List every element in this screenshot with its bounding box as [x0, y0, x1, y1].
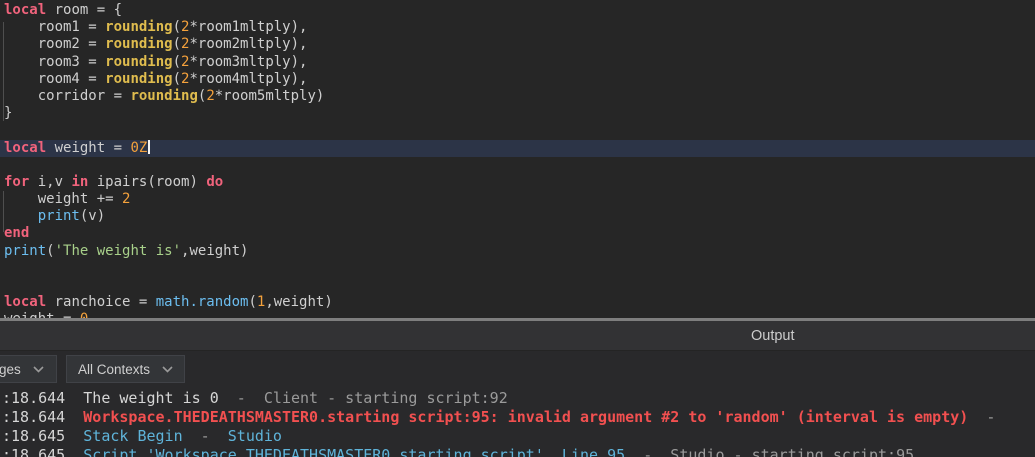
token-kw: in [71, 174, 88, 190]
token-plain: *room1mltply), [189, 19, 307, 35]
token-builtin: math.random [156, 294, 249, 310]
code-line[interactable] [4, 277, 1035, 294]
indent-guide [3, 191, 4, 232]
output-panel: ges All Contexts :18.644 The weight is 0… [0, 351, 1035, 457]
code-line[interactable]: weight = 0 [4, 311, 1035, 318]
token-plain [4, 208, 38, 224]
code-line[interactable] [4, 260, 1035, 277]
code-lines: local room = { room1 = rounding(2*room1m… [4, 2, 1035, 318]
code-line[interactable]: local ranchoice = math.random(1,weight) [4, 294, 1035, 311]
token-plain: room = { [46, 2, 122, 18]
code-line[interactable]: print('The weight is',weight) [4, 243, 1035, 260]
code-line[interactable]: room2 = rounding(2*room2mltply), [4, 36, 1035, 53]
token-plain: *room2mltply), [189, 36, 307, 52]
code-line[interactable]: room4 = rounding(2*room4mltply), [4, 71, 1035, 88]
token-dim: - [183, 427, 228, 445]
token-fn: rounding [105, 36, 172, 52]
code-line[interactable]: room3 = rounding(2*room3mltply), [4, 54, 1035, 71]
code-line[interactable]: local room = { [4, 2, 1035, 19]
token-plain: i,v [29, 174, 71, 190]
token-kw: for [4, 174, 29, 190]
token-kw: local [4, 2, 46, 18]
code-line[interactable] [4, 122, 1035, 139]
token-plain: (v) [80, 208, 105, 224]
token-plain: room2 = [4, 36, 105, 52]
token-err: Workspace.THEDEATHSMASTER0.starting scri… [83, 408, 968, 426]
token-plain: ranchoice = [46, 294, 156, 310]
token-msg: :18.645 [2, 446, 83, 457]
code-line[interactable]: weight += 2 [4, 191, 1035, 208]
token-msg: :18.645 [2, 427, 83, 445]
token-builtin: print [38, 208, 80, 224]
token-plain: ( [173, 71, 181, 87]
code-line[interactable]: } [4, 105, 1035, 122]
token-num: 0Z [130, 140, 147, 156]
token-kw: local [4, 140, 46, 156]
token-kw: end [4, 225, 29, 241]
token-plain: ( [248, 294, 256, 310]
token-kw: do [206, 174, 223, 190]
token-info: Script 'Workspace.THEDEATHSMASTER0.start… [83, 446, 625, 457]
token-info: Studio [228, 427, 282, 445]
output-panel-title: Output [751, 328, 795, 344]
token-plain: room1 = [4, 19, 105, 35]
token-plain: ( [173, 54, 181, 70]
code-line[interactable]: corridor = rounding(2*room5mltply) [4, 88, 1035, 105]
token-plain: *room3mltply), [189, 54, 307, 70]
message-filter-dropdown[interactable]: ges [0, 355, 57, 383]
code-line[interactable]: room1 = rounding(2*room1mltply), [4, 19, 1035, 36]
token-dim: - [968, 408, 995, 426]
token-plain: corridor = [4, 88, 130, 104]
token-plain: room3 = [4, 54, 105, 70]
token-msg: :18.644 The weight is 0 [2, 389, 219, 407]
token-num: 0 [80, 311, 88, 318]
token-fn: rounding [105, 19, 172, 35]
code-line[interactable]: print(v) [4, 208, 1035, 225]
token-msg: :18.644 [2, 408, 83, 426]
code-line[interactable]: for i,v in ipairs(room) do [4, 174, 1035, 191]
token-plain: ,weight) [181, 243, 248, 259]
script-editor[interactable]: local room = { room1 = rounding(2*room1m… [0, 0, 1035, 318]
token-builtin: print [4, 243, 46, 259]
token-plain: *room5mltply) [215, 88, 325, 104]
token-kw: local [4, 294, 46, 310]
token-plain: ( [173, 19, 181, 35]
token-info: Stack Begin [83, 427, 182, 445]
log-line[interactable]: :18.644 Workspace.THEDEATHSMASTER0.start… [2, 408, 1035, 427]
chevron-down-icon [162, 366, 173, 373]
log-line[interactable]: :18.645 Script 'Workspace.THEDEATHSMASTE… [2, 446, 1035, 457]
token-plain: room4 = [4, 71, 105, 87]
chevron-down-icon [33, 366, 44, 373]
token-plain: ( [173, 36, 181, 52]
token-plain: } [4, 105, 12, 121]
log-line[interactable]: :18.644 The weight is 0 - Client - start… [2, 389, 1035, 408]
code-line[interactable]: end [4, 225, 1035, 242]
studio-window: local room = { room1 = rounding(2*room1m… [0, 0, 1035, 457]
message-filter-label: ges [0, 362, 21, 377]
token-plain: weight = [46, 140, 130, 156]
token-plain: *room4mltply), [189, 71, 307, 87]
context-filter-label: All Contexts [78, 362, 150, 377]
token-fn: rounding [130, 88, 197, 104]
token-plain: weight = [4, 311, 80, 318]
token-num: 2 [122, 191, 130, 207]
token-num: 2 [206, 88, 214, 104]
text-cursor [148, 140, 150, 154]
context-filter-dropdown[interactable]: All Contexts [66, 355, 185, 383]
token-fn: rounding [105, 54, 172, 70]
token-dim: - Client - starting script:92 [219, 389, 508, 407]
code-line[interactable] [4, 157, 1035, 174]
token-plain: ipairs(room) [88, 174, 206, 190]
output-panel-header[interactable]: Output [0, 321, 1035, 351]
token-dim: - Studio - starting script:95 [625, 446, 914, 457]
token-plain: weight += [4, 191, 122, 207]
token-plain: ,weight) [265, 294, 332, 310]
token-fn: rounding [105, 71, 172, 87]
code-line[interactable]: local weight = 0Z [0, 140, 1035, 157]
output-log[interactable]: :18.644 The weight is 0 - Client - start… [2, 389, 1035, 457]
token-plain: ( [46, 243, 54, 259]
token-str: 'The weight is' [55, 243, 181, 259]
log-line[interactable]: :18.645 Stack Begin - Studio [2, 427, 1035, 446]
indent-guide [3, 22, 4, 121]
